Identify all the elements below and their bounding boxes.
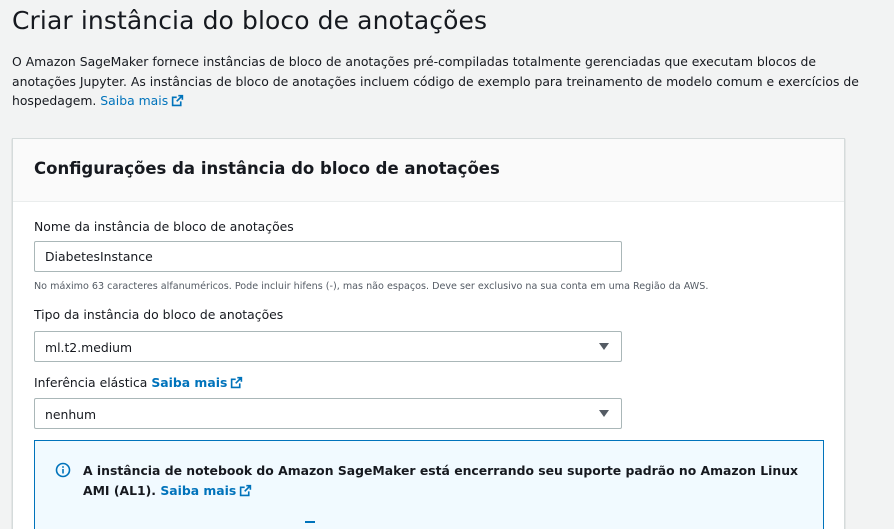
alert-learn-more-link[interactable]: Saiba mais xyxy=(160,483,252,498)
info-alert: A instância de notebook do Amazon SageMa… xyxy=(34,440,824,529)
external-link-icon xyxy=(230,376,243,392)
caret-down-icon xyxy=(599,410,609,417)
notebook-settings-panel: Configurações da instância do bloco de a… xyxy=(12,138,845,529)
info-icon xyxy=(55,462,71,482)
elastic-inference-label-text: Inferência elástica xyxy=(34,375,148,390)
external-link-icon xyxy=(171,93,184,113)
elastic-learn-more-link[interactable]: Saiba mais xyxy=(151,375,243,390)
panel-header: Configurações da instância do bloco de a… xyxy=(13,139,844,202)
learn-more-link[interactable]: Saiba mais xyxy=(100,93,184,108)
alert-learn-more-label: Saiba mais xyxy=(160,483,237,498)
instance-type-value: ml.t2.medium xyxy=(45,340,133,355)
elastic-learn-more-label: Saiba mais xyxy=(151,375,228,390)
page-description: O Amazon SageMaker fornece instâncias de… xyxy=(12,52,862,113)
page-title: Criar instância do bloco de anotações xyxy=(12,6,488,35)
instance-type-label: Tipo da instância do bloco de anotações xyxy=(34,307,284,322)
elastic-inference-value: nenhum xyxy=(45,407,97,422)
instance-name-hint: No máximo 63 caracteres alfanuméricos. P… xyxy=(34,281,709,292)
learn-more-label: Saiba mais xyxy=(100,93,169,108)
alert-message: A instância de notebook do Amazon SageMa… xyxy=(83,461,803,503)
elastic-inference-select[interactable]: nenhum xyxy=(34,398,622,429)
caret-down-icon xyxy=(599,343,609,350)
elastic-inference-label: Inferência elástica Saiba mais xyxy=(34,375,243,392)
instance-type-select[interactable]: ml.t2.medium xyxy=(34,331,622,362)
instance-name-label: Nome da instância de bloco de anotações xyxy=(34,219,294,234)
partial-icon xyxy=(305,521,315,529)
external-link-icon xyxy=(239,483,252,503)
panel-title: Configurações da instância do bloco de a… xyxy=(34,159,500,178)
instance-name-input[interactable] xyxy=(34,241,622,272)
